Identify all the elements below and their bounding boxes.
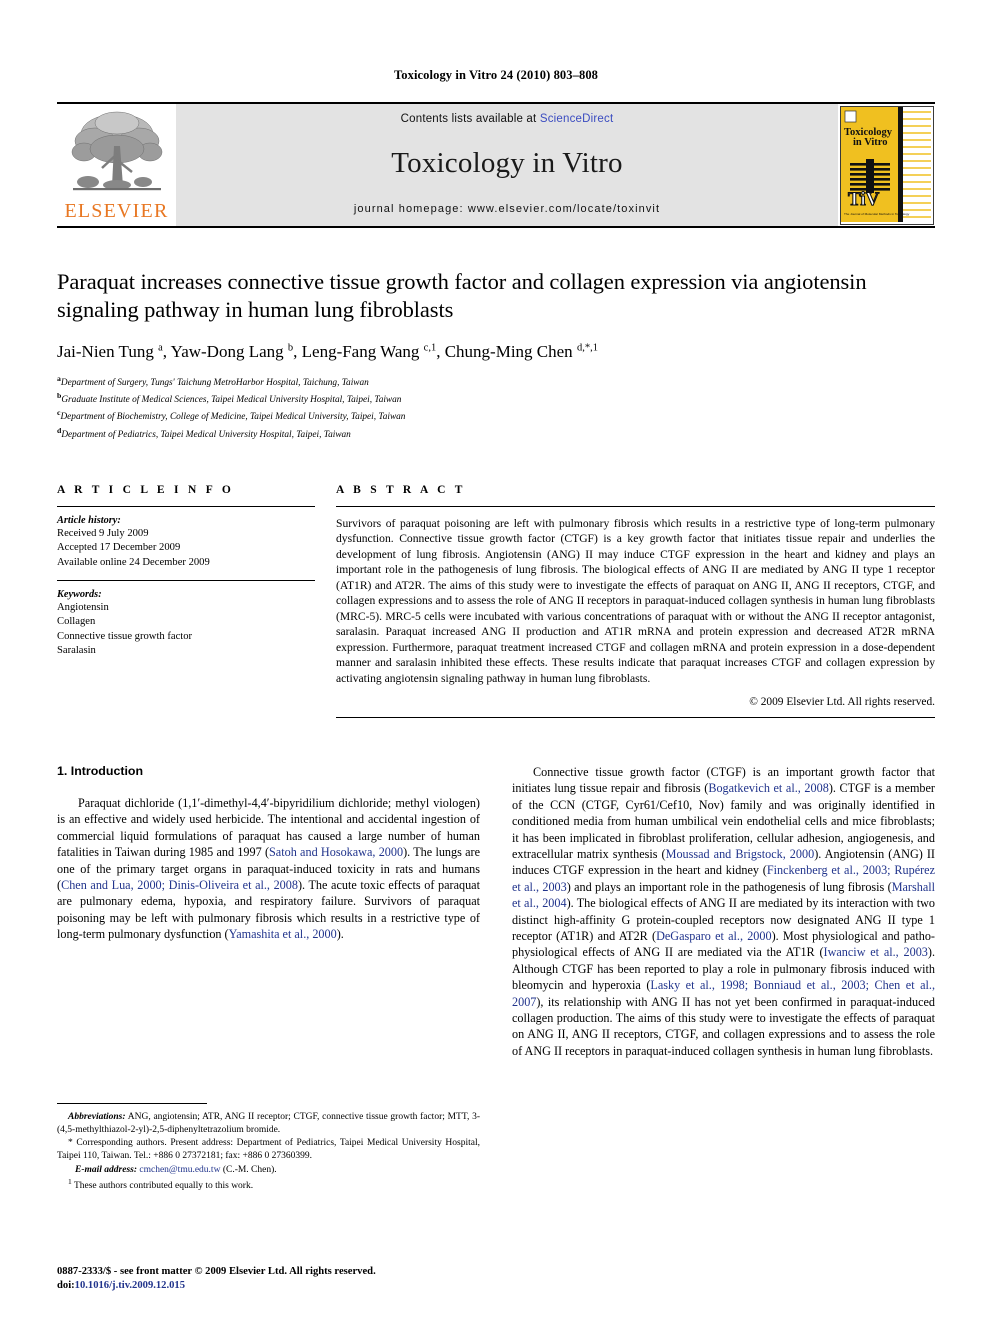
history-accepted: Accepted 17 December 2009	[57, 542, 181, 554]
body-column-left: 1. Introduction Paraquat dichloride (1,1…	[57, 764, 480, 1194]
equal-text: These authors contributed equally to thi…	[71, 1181, 254, 1192]
keyword-item: Saralasin	[57, 645, 96, 657]
journal-homepage-link[interactable]: journal homepage: www.elsevier.com/locat…	[354, 203, 660, 215]
keywords-group: Keywords: Angiotensin Collagen Connectiv…	[57, 581, 315, 668]
abbreviations-label: Abbreviations:	[68, 1112, 126, 1123]
keyword-item: Angiotensin	[57, 601, 109, 613]
masthead-bottom-rule	[57, 226, 935, 228]
affiliation-text: Department of Biochemistry, College of M…	[60, 412, 406, 423]
keyword-item: Connective tissue growth factor	[57, 630, 193, 642]
affiliation-text: Department of Pediatrics, Taipei Medical…	[61, 429, 351, 440]
citation-link[interactable]: Chen and Lua, 2000; Dinis-Oliveira et al…	[61, 878, 298, 892]
citation-link[interactable]: Yamashita et al., 2000	[229, 927, 337, 941]
doi-label: doi:	[57, 1280, 75, 1292]
cover-artwork-icon: Toxicology in Vitro TiV The Journal of M…	[840, 106, 931, 222]
article-page: Toxicology in Vitro 24 (2010) 803–808 EL…	[0, 0, 992, 1323]
footnote-area: Abbreviations: ANG, angiotensin; ATR, AN…	[57, 1103, 480, 1194]
introduction-heading: 1. Introduction	[57, 763, 144, 778]
introduction-paragraph-right: Connective tissue growth factor (CTGF) i…	[512, 764, 935, 1059]
elsevier-wordmark: ELSEVIER	[64, 200, 169, 222]
history-received: Received 9 July 2009	[57, 527, 149, 539]
doi-line: doi:10.1016/j.tiv.2009.12.015	[57, 1279, 480, 1294]
elsevier-logo: ELSEVIER	[57, 104, 176, 226]
keyword-item: Collagen	[57, 616, 96, 628]
affiliation-text: Graduate Institute of Medical Sciences, …	[61, 395, 402, 406]
paragraph-text: ) and plays an important role in the pat…	[566, 879, 892, 894]
affiliation-item: dDepartment of Pediatrics, Taipei Medica…	[57, 425, 351, 440]
author-list: Jai-Nien Tung a, Yaw-Dong Lang b, Leng-F…	[57, 341, 598, 361]
svg-text:in Vitro: in Vitro	[853, 137, 888, 148]
journal-title: Toxicology in Vitro	[391, 146, 623, 179]
affiliation-item: bGraduate Institute of Medical Sciences,…	[57, 390, 402, 406]
email-label: E-mail address:	[75, 1164, 138, 1175]
abstract-heading: A B S T R A C T	[336, 483, 466, 496]
article-info-column: A R T I C L E I N F O Article history: R…	[57, 484, 315, 718]
page-footer: 0887-2333/$ - see front matter © 2009 El…	[57, 1265, 480, 1294]
email-link[interactable]: cmchen@tmu.edu.tw	[139, 1165, 220, 1175]
introduction-paragraph-left: Paraquat dichloride (1,1′-dimethyl-4,4′-…	[57, 795, 480, 943]
journal-cover-thumbnail: Toxicology in Vitro TiV The Journal of M…	[838, 104, 935, 226]
front-matter-line: 0887-2333/$ - see front matter © 2009 El…	[57, 1265, 376, 1277]
affiliation-list: aDepartment of Surgery, Tungs' Taichung …	[57, 373, 935, 442]
paragraph-text: ), its relationship with ANG II has not …	[512, 994, 935, 1058]
email-suffix: (C.-M. Chen).	[220, 1164, 277, 1175]
affiliation-item: aDepartment of Surgery, Tungs' Taichung …	[57, 373, 369, 388]
abstract-copyright: © 2009 Elsevier Ltd. All rights reserved…	[749, 695, 935, 708]
article-history-label: Article history:	[57, 514, 121, 526]
affiliation-text: Department of Surgery, Tungs' Taichung M…	[60, 377, 369, 388]
paragraph-text: ).	[336, 927, 344, 942]
info-abstract-region: A R T I C L E I N F O Article history: R…	[57, 484, 935, 718]
footnote-rule	[57, 1103, 207, 1105]
svg-text:TiV: TiV	[848, 189, 880, 210]
abstract-rule-bottom	[336, 716, 935, 718]
abstract-column: A B S T R A C T Survivors of paraquat po…	[336, 484, 935, 718]
corresponding-text: Corresponding authors. Present address: …	[57, 1138, 480, 1161]
citation-link[interactable]: Iwanciw et al., 2003	[824, 945, 928, 959]
citation-link[interactable]: DeGasparo et al., 2000	[656, 929, 772, 943]
abstract-text: Survivors of paraquat poisoning are left…	[336, 516, 935, 685]
footnote-corresponding-author: * Corresponding authors. Present address…	[57, 1137, 480, 1162]
citation-link[interactable]: Moussad and Brigstock, 2000	[666, 847, 815, 861]
citation-link[interactable]: Satoh and Hosokawa, 2000	[269, 845, 403, 859]
article-history-group: Article history: Received 9 July 2009 Ac…	[57, 507, 315, 580]
footnote-email: E-mail address: cmchen@tmu.edu.tw (C.-M.…	[57, 1164, 480, 1177]
body-columns: 1. Introduction Paraquat dichloride (1,1…	[57, 764, 935, 1194]
svg-text:The Journal of Molecular Metho: The Journal of Molecular Methods in Toxi…	[844, 212, 910, 216]
doi-link[interactable]: 10.1016/j.tiv.2009.12.015	[75, 1280, 185, 1291]
journal-masthead: ELSEVIER Contents lists available at Sci…	[57, 102, 935, 226]
footnote-abbreviations: Abbreviations: ANG, angiotensin; ATR, AN…	[57, 1111, 480, 1136]
sciencedirect-link[interactable]: ScienceDirect	[540, 113, 614, 125]
contents-list-line: Contents lists available at ScienceDirec…	[401, 113, 614, 125]
affiliation-item: cDepartment of Biochemistry, College of …	[57, 408, 406, 423]
body-column-right: Connective tissue growth factor (CTGF) i…	[512, 764, 935, 1194]
citation-link[interactable]: Bogatkevich et al., 2008	[708, 781, 829, 795]
journal-header-bar: Contents lists available at ScienceDirec…	[176, 104, 838, 226]
history-available-online: Available online 24 December 2009	[57, 557, 210, 569]
keywords-label: Keywords:	[57, 588, 102, 600]
contents-prefix-text: Contents lists available at	[400, 113, 540, 125]
running-head: Toxicology in Vitro 24 (2010) 803–808	[393, 68, 599, 82]
page-title: Paraquat increases connective tissue gro…	[57, 269, 867, 323]
elsevier-tree-icon	[71, 111, 162, 191]
footnote-equal-contribution: 1 These authors contributed equally to t…	[57, 1177, 480, 1193]
journal-cover-image: Toxicology in Vitro TiV The Journal of M…	[839, 105, 934, 225]
article-info-heading: A R T I C L E I N F O	[57, 483, 235, 496]
